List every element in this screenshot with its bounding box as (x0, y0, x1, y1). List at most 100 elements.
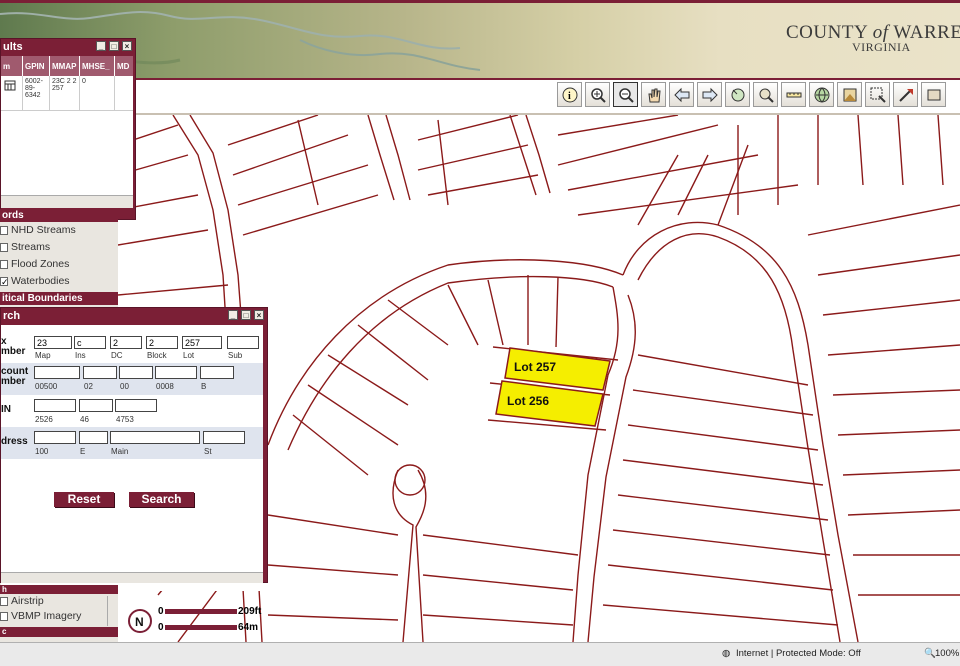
county-subtitle: VIRGINIA (852, 40, 911, 54)
col-gpin[interactable]: GPIN (23, 56, 50, 76)
measure-icon[interactable] (781, 82, 806, 107)
back-icon[interactable] (669, 82, 694, 107)
gpin-cell: 6002-89-6342 (23, 76, 50, 110)
checkbox[interactable] (0, 260, 8, 269)
tax-ins-field[interactable]: c (74, 336, 106, 349)
layer-vbmp-imagery[interactable]: VBMP Imagery (0, 609, 118, 624)
overview-icon[interactable] (837, 82, 862, 107)
gpin-row: IN 2526 46 4753 (1, 395, 263, 427)
select-box-icon[interactable] (865, 82, 890, 107)
tax-lot-field[interactable]: 257 (182, 336, 222, 349)
cap-account-4: 0008 (156, 382, 174, 391)
cap-ins: Ins (75, 351, 86, 360)
layer-section-header[interactable]: ords (0, 209, 118, 222)
svg-text:N: N (135, 615, 144, 629)
search-title: rch _ □ × (1, 308, 267, 324)
checkbox[interactable] (0, 612, 8, 621)
col-mmap[interactable]: MMAP (50, 56, 80, 76)
cap-gpin-1: 2526 (35, 415, 53, 424)
col-mhse[interactable]: MHSE_ (80, 56, 115, 76)
account-field-5[interactable] (200, 366, 234, 379)
bottom-layer-header-2[interactable]: c (0, 627, 118, 637)
address-number-field[interactable] (34, 431, 76, 444)
mmap-cell: 23C 2 2 257 (50, 76, 80, 110)
address-street-field[interactable] (110, 431, 200, 444)
zoom-out-icon[interactable] (613, 82, 638, 107)
checkbox[interactable] (0, 226, 8, 235)
bottom-layer-list: h Airstrip VBMP Imagery c (0, 585, 118, 642)
layer-list: ords NHD Streams Streams Flood Zones ✓ Wa… (0, 209, 118, 305)
account-field-3[interactable] (119, 366, 153, 379)
address-dir-field[interactable] (79, 431, 108, 444)
gpin-field-3[interactable] (115, 399, 157, 412)
checkbox[interactable] (0, 243, 8, 252)
scale-meters-zero: 0 (158, 622, 164, 633)
col-m[interactable]: m (1, 56, 23, 76)
tax-block-field[interactable]: 2 (146, 336, 178, 349)
record-icon[interactable] (1, 76, 23, 110)
results-title: ults _ □ × (1, 39, 135, 55)
md-cell (115, 76, 133, 110)
pan-hand-icon[interactable] (641, 82, 666, 107)
reset-button[interactable]: Reset (54, 492, 114, 507)
account-number-label: count mber (1, 366, 29, 387)
gpin-field-1[interactable] (34, 399, 76, 412)
restore-icon[interactable]: □ (109, 41, 119, 51)
checkbox[interactable] (0, 597, 8, 606)
address-label: dress (1, 436, 28, 447)
horizontal-scrollbar[interactable] (1, 195, 133, 208)
account-field-2[interactable] (83, 366, 117, 379)
account-field-4[interactable] (155, 366, 197, 379)
layer-waterbodies[interactable]: ✓ Waterbodies (0, 273, 118, 290)
layer-flood-zones[interactable]: Flood Zones (0, 256, 118, 273)
horizontal-scrollbar[interactable] (1, 572, 263, 583)
results-window[interactable]: ults _ □ × m GPIN MMAP MHSE_ MD 6002-89-… (0, 38, 136, 220)
identify-globe-icon[interactable] (809, 82, 834, 107)
search-form: x mber 23 c 2 2 257 Map Ins DC Block Lot… (1, 325, 263, 591)
security-zone[interactable]: Internet | Protected Mode: Off (736, 648, 861, 659)
forward-icon[interactable] (697, 82, 722, 107)
cap-map: Map (35, 351, 51, 360)
zoom-in-icon[interactable] (585, 82, 610, 107)
svg-text:i: i (568, 91, 571, 102)
tax-map-field[interactable]: 23 (34, 336, 72, 349)
cap-account-2: 02 (84, 382, 93, 391)
search-button[interactable]: Search (129, 492, 194, 507)
address-type-field[interactable] (203, 431, 245, 444)
minimize-icon[interactable]: _ (228, 310, 238, 320)
layer-streams[interactable]: Streams (0, 239, 118, 256)
close-icon[interactable]: × (122, 41, 132, 51)
checkbox-checked[interactable]: ✓ (0, 277, 9, 287)
lot-257-label: Lot 257 (514, 360, 557, 374)
scale-feet-zero: 0 (158, 606, 164, 617)
zoom-level[interactable]: 100% (935, 648, 959, 659)
info-icon[interactable]: i (557, 82, 582, 107)
minimize-icon[interactable]: _ (96, 41, 106, 51)
mhse-cell: 0 (80, 76, 115, 110)
cap-address-2: E (80, 447, 86, 456)
gpin-field-2[interactable] (79, 399, 113, 412)
cap-sub: Sub (228, 351, 243, 360)
vertical-scrollbar[interactable] (107, 596, 118, 626)
tax-dc-field[interactable]: 2 (110, 336, 142, 349)
header-banner: COUNTY of WARRE VIRGINIA (0, 0, 960, 78)
results-table: m GPIN MMAP MHSE_ MD 6002-89-6342 23C 2 … (1, 56, 133, 208)
clear-selection-icon[interactable] (893, 82, 918, 107)
search-window[interactable]: rch _ □ × x mber 23 c 2 2 257 Map Ins DC… (0, 307, 268, 591)
full-extent-icon[interactable] (725, 82, 750, 107)
tax-sub-field[interactable] (227, 336, 259, 349)
close-icon[interactable]: × (254, 310, 264, 320)
extra-tool-icon[interactable] (921, 82, 946, 107)
cap-dc: DC (111, 351, 123, 360)
table-row[interactable]: 6002-89-6342 23C 2 2 257 0 (1, 76, 133, 111)
political-boundaries-header[interactable]: itical Boundaries (0, 292, 118, 305)
col-md[interactable]: MD (115, 56, 133, 76)
cap-lot: Lot (183, 351, 195, 360)
cap-account-5: B (201, 382, 207, 391)
restore-icon[interactable]: □ (241, 310, 251, 320)
account-field-1[interactable] (34, 366, 80, 379)
zoom-to-layer-icon[interactable] (753, 82, 778, 107)
layer-airstrip[interactable]: Airstrip (0, 594, 118, 609)
layer-nhd-streams[interactable]: NHD Streams (0, 222, 118, 239)
address-row: dress 100 E Main St (1, 427, 263, 459)
